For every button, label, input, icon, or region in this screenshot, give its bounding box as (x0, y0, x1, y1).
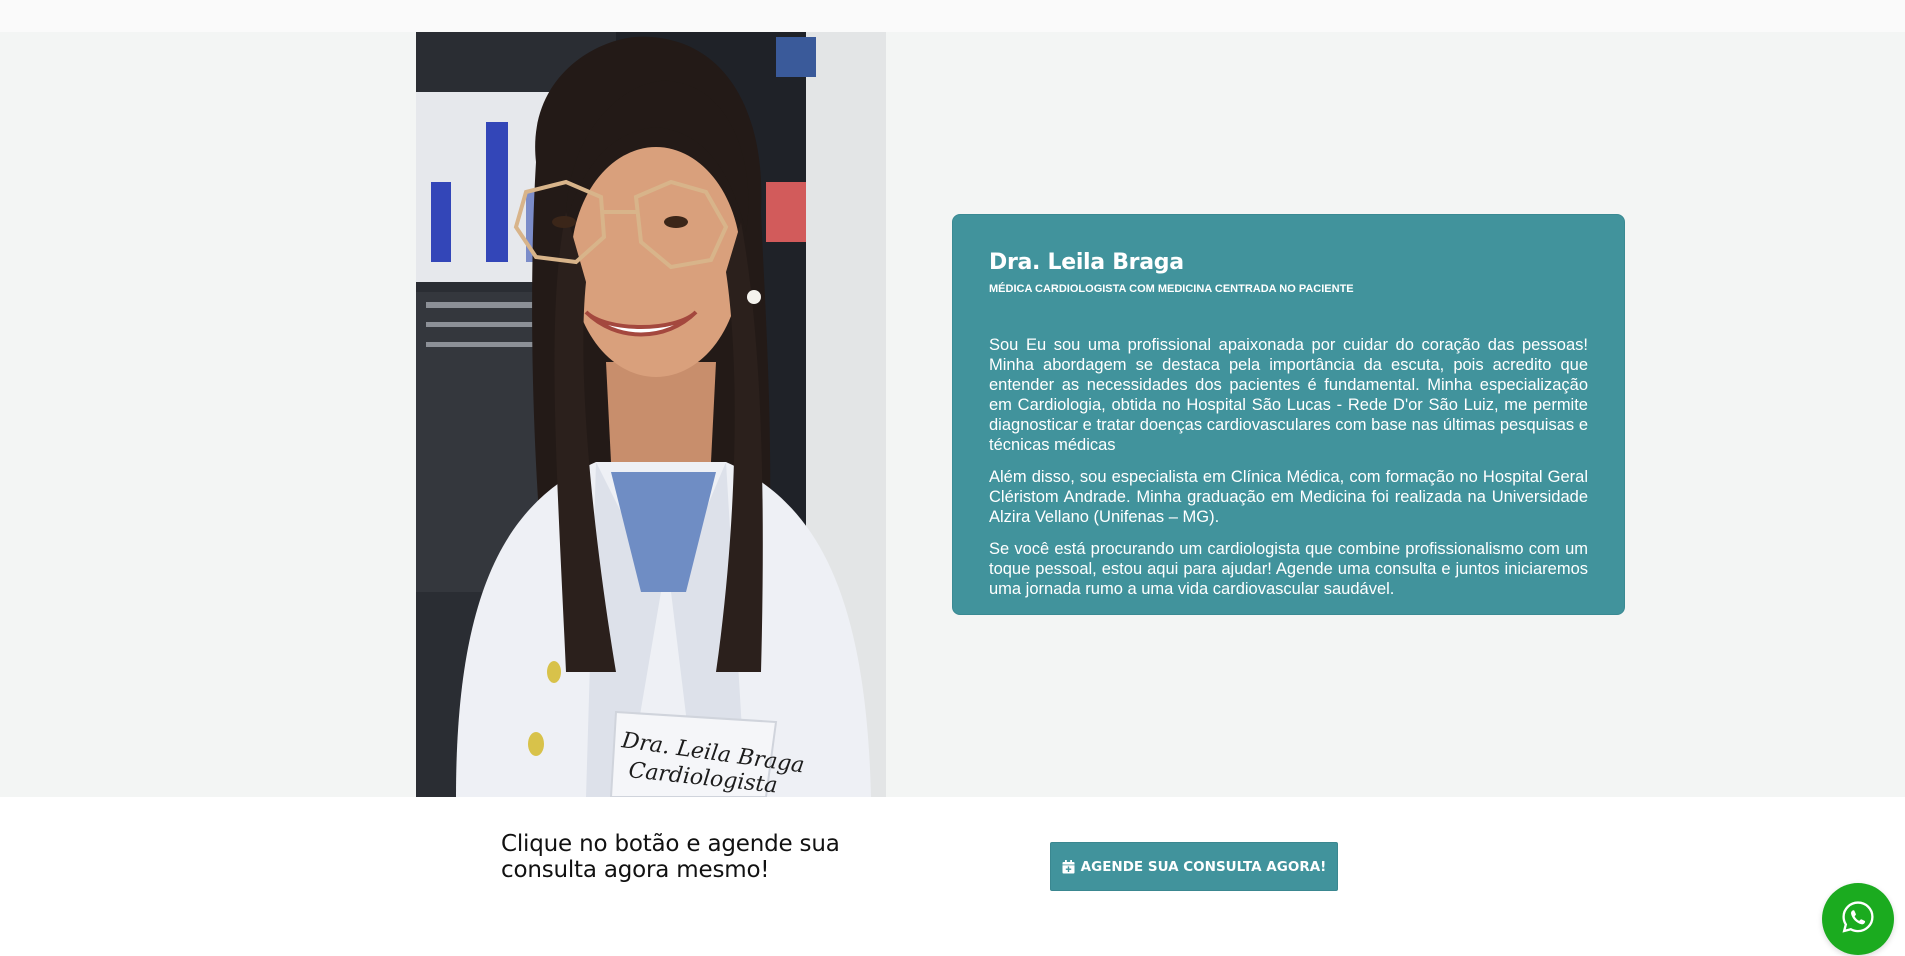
profile-bio: Sou Eu sou uma profissional apaixonada p… (989, 335, 1588, 599)
cta-heading: Clique no botão e agende sua consulta ag… (501, 831, 840, 883)
calendar-plus-icon (1062, 859, 1075, 874)
whatsapp-button[interactable] (1822, 883, 1894, 955)
doctor-name: Dra. Leila Braga (989, 250, 1184, 275)
bio-paragraph: Se você está procurando um cardiologista… (989, 540, 1588, 598)
profile-card: Dra. Leila Braga MÉDICA CARDIOLOGISTA CO… (952, 214, 1625, 615)
doctor-photo: Dra. Leila Braga Cardiologista (416, 32, 886, 797)
doctor-subtitle: MÉDICA CARDIOLOGISTA COM MEDICINA CENTRA… (989, 283, 1354, 295)
bio-paragraph: Sou Eu sou uma profissional apaixonada p… (989, 336, 1588, 454)
whatsapp-icon (1840, 899, 1876, 940)
schedule-appointment-label: AGENDE SUA CONSULTA AGORA! (1080, 858, 1327, 875)
top-bar (0, 0, 1905, 32)
schedule-appointment-button[interactable]: AGENDE SUA CONSULTA AGORA! (1050, 842, 1338, 891)
bio-paragraph: Além disso, sou especialista em Clínica … (989, 468, 1588, 526)
